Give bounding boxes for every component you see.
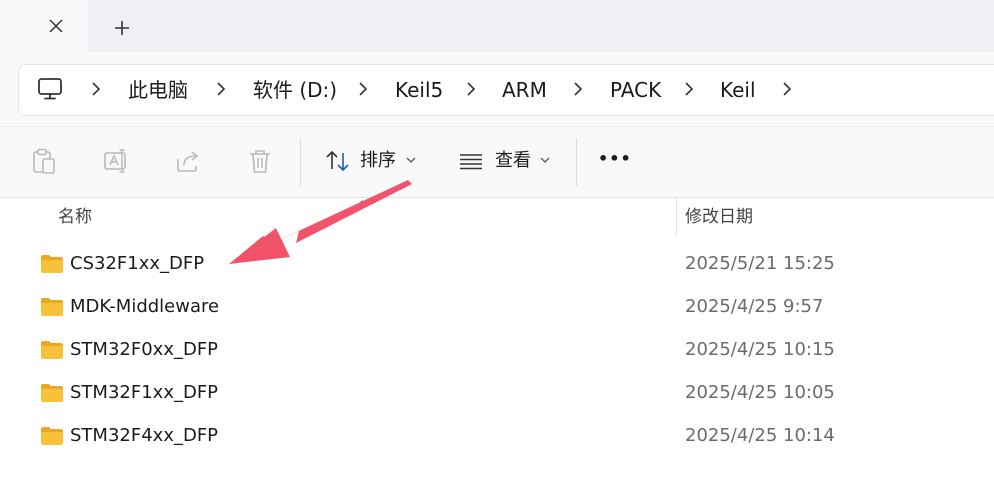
file-date: 2025/4/25 10:05 bbox=[685, 382, 835, 403]
file-row[interactable]: STM32F0xx_DFP 2025/4/25 10:15 bbox=[0, 329, 994, 372]
chevron-right-icon[interactable] bbox=[356, 79, 370, 99]
folder-icon bbox=[40, 340, 64, 360]
toolbar-divider bbox=[576, 138, 577, 186]
rename-icon[interactable] bbox=[102, 147, 130, 175]
view-icon[interactable] bbox=[457, 147, 485, 175]
folder-icon bbox=[40, 383, 64, 403]
paste-icon[interactable] bbox=[30, 147, 58, 175]
column-divider[interactable] bbox=[676, 196, 677, 236]
file-row[interactable]: MDK-Middleware 2025/4/25 9:57 bbox=[0, 286, 994, 329]
chevron-down-icon[interactable] bbox=[404, 152, 418, 166]
file-row[interactable]: STM32F1xx_DFP 2025/4/25 10:05 bbox=[0, 372, 994, 415]
computer-icon[interactable] bbox=[36, 75, 64, 103]
breadcrumb-pack[interactable]: PACK bbox=[610, 76, 661, 104]
chevron-right-icon[interactable] bbox=[464, 79, 478, 99]
plus-icon[interactable] bbox=[110, 16, 134, 40]
column-header-date[interactable]: 修改日期 bbox=[685, 204, 753, 230]
file-name[interactable]: CS32F1xx_DFP bbox=[70, 251, 204, 277]
breadcrumb-drive-d[interactable]: 软件 (D:) bbox=[253, 76, 337, 104]
folder-icon bbox=[40, 297, 64, 317]
close-icon[interactable] bbox=[44, 14, 68, 38]
chevron-right-icon[interactable] bbox=[682, 79, 696, 99]
file-row[interactable]: STM32F4xx_DFP 2025/4/25 10:14 bbox=[0, 415, 994, 458]
breadcrumb-this-pc[interactable]: 此电脑 bbox=[128, 76, 188, 104]
file-name[interactable]: STM32F0xx_DFP bbox=[70, 337, 218, 363]
file-name[interactable]: MDK-Middleware bbox=[70, 294, 219, 320]
breadcrumb-keil[interactable]: Keil bbox=[720, 76, 756, 104]
chevron-right-icon[interactable] bbox=[571, 79, 585, 99]
chevron-down-icon[interactable] bbox=[538, 152, 552, 166]
file-date: 2025/4/25 9:57 bbox=[685, 296, 824, 317]
chevron-right-icon[interactable] bbox=[214, 79, 228, 99]
sort-button-label[interactable]: 排序 bbox=[360, 148, 396, 174]
breadcrumb-keil5[interactable]: Keil5 bbox=[395, 76, 443, 104]
chevron-right-icon[interactable] bbox=[780, 79, 794, 99]
chevron-right-icon[interactable] bbox=[89, 79, 103, 99]
toolbar-divider bbox=[300, 138, 301, 186]
sort-icon[interactable] bbox=[324, 147, 352, 175]
file-row[interactable]: CS32F1xx_DFP 2025/5/21 15:25 bbox=[0, 243, 994, 286]
breadcrumb-arm[interactable]: ARM bbox=[502, 76, 547, 104]
file-name[interactable]: STM32F1xx_DFP bbox=[70, 380, 218, 406]
column-header-name[interactable]: 名称 bbox=[58, 204, 92, 230]
folder-icon bbox=[40, 426, 64, 446]
file-date: 2025/4/25 10:15 bbox=[685, 339, 835, 360]
delete-icon[interactable] bbox=[246, 147, 274, 175]
view-button-label[interactable]: 查看 bbox=[495, 148, 531, 174]
file-date: 2025/5/21 15:25 bbox=[685, 253, 835, 274]
sort-caret-icon bbox=[356, 192, 368, 206]
tab-strip bbox=[0, 0, 994, 52]
file-date: 2025/4/25 10:14 bbox=[685, 425, 835, 446]
more-options-button[interactable]: ••• bbox=[598, 146, 632, 172]
folder-icon bbox=[40, 254, 64, 274]
file-name[interactable]: STM32F4xx_DFP bbox=[70, 423, 218, 449]
share-icon[interactable] bbox=[174, 147, 202, 175]
